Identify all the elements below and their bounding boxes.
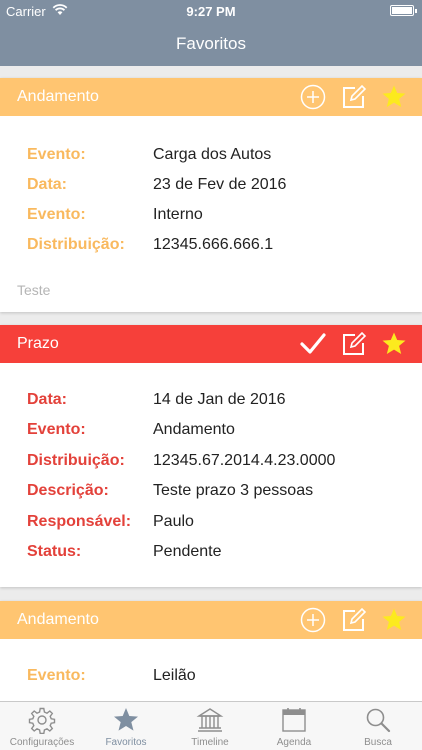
card-header: Andamento (0, 601, 422, 639)
favorites-list[interactable]: Andamento Evento: Carga dos Autos Data: 23… (0, 66, 422, 701)
status-bar: Carrier 9:27 PM (0, 0, 422, 22)
field-value: Andamento (153, 421, 235, 438)
favorite-card-andamento: Andamento Evento: Carga dos Autos Data: 23… (0, 78, 422, 312)
field-row: Data: 14 de Jan de 2016 (27, 391, 286, 409)
field-value: 12345.67.2014.4.23.0000 (153, 452, 336, 469)
field-label: Evento: (27, 146, 86, 163)
field-label: Data: (27, 176, 68, 193)
tab-label: Agenda (276, 737, 312, 748)
tab-timeline[interactable]: Timeline (168, 702, 252, 750)
star-icon[interactable] (381, 607, 407, 633)
add-circle-icon[interactable] (300, 84, 326, 110)
calendar-icon (282, 708, 306, 732)
field-label: Distribuição: (27, 236, 125, 253)
card-title: Andamento (17, 611, 99, 628)
field-label: Evento: (27, 206, 86, 223)
card-title: Andamento (17, 88, 99, 105)
field-row: Evento: Leilão (27, 667, 196, 685)
page-title: Favoritos (176, 34, 246, 53)
field-label: Evento: (27, 667, 86, 684)
star-icon[interactable] (381, 331, 407, 357)
field-value: Carga dos Autos (153, 146, 272, 163)
field-row: Status: Pendente (27, 543, 222, 561)
gear-icon (28, 707, 56, 734)
favorite-card-prazo: Prazo Data: 14 de Jan de 2016 Evento: Anda… (0, 325, 422, 587)
field-row: Distribuição: 12345.67.2014.4.23.0000 (27, 452, 335, 470)
field-row: Data: 23 de Fev de 2016 (27, 176, 286, 194)
field-value: Teste prazo 3 pessoas (153, 482, 314, 499)
field-value: Interno (153, 206, 203, 223)
field-value: Paulo (153, 513, 194, 530)
edit-icon[interactable] (341, 331, 367, 357)
card-title: Prazo (17, 335, 59, 352)
field-value: 14 de Jan de 2016 (153, 391, 286, 408)
card-note: Teste (17, 282, 51, 298)
field-row: Evento: Carga dos Autos (27, 146, 271, 164)
tab-configuracoes[interactable]: Configurações (0, 702, 84, 750)
nav-bar: Favoritos (0, 22, 422, 66)
tab-favoritos[interactable]: Favoritos (84, 702, 168, 750)
edit-icon[interactable] (341, 84, 367, 110)
card-header: Prazo (0, 325, 422, 363)
tab-label: Busca (364, 737, 392, 748)
field-label: Evento: (27, 421, 86, 438)
field-row: Responsável: Paulo (27, 513, 194, 531)
battery-icon (390, 5, 417, 16)
card-header: Andamento (0, 78, 422, 116)
field-row: Descrição: Teste prazo 3 pessoas (27, 482, 313, 500)
edit-icon[interactable] (341, 607, 367, 633)
courthouse-icon (196, 708, 224, 732)
add-circle-icon[interactable] (300, 607, 326, 633)
tab-bar: Configurações Favoritos Timeline Agenda … (0, 701, 422, 750)
tab-label: Timeline (191, 737, 229, 748)
favorite-card-andamento: Andamento Evento: Leilão (0, 601, 422, 701)
field-row: Evento: Interno (27, 206, 203, 224)
star-icon[interactable] (381, 84, 407, 110)
field-value: 12345.666.666.1 (153, 236, 274, 253)
tab-label: Favoritos (105, 737, 147, 748)
search-icon (366, 708, 391, 733)
field-label: Responsável: (27, 513, 132, 530)
tab-busca[interactable]: Busca (336, 702, 420, 750)
field-label: Distribuição: (27, 452, 125, 469)
field-label: Data: (27, 391, 68, 408)
tab-agenda[interactable]: Agenda (252, 702, 336, 750)
field-row: Distribuição: 12345.666.666.1 (27, 236, 273, 254)
clock: 9:27 PM (186, 4, 236, 19)
field-row: Evento: Andamento (27, 421, 235, 439)
field-value: 23 de Fev de 2016 (153, 176, 287, 193)
field-label: Status: (27, 543, 82, 560)
field-value: Leilão (153, 667, 196, 684)
field-label: Descrição: (27, 482, 109, 499)
field-value: Pendente (153, 543, 222, 560)
checkmark-icon[interactable] (300, 331, 326, 357)
star-icon (114, 708, 138, 731)
tab-label: Configurações (9, 737, 75, 748)
